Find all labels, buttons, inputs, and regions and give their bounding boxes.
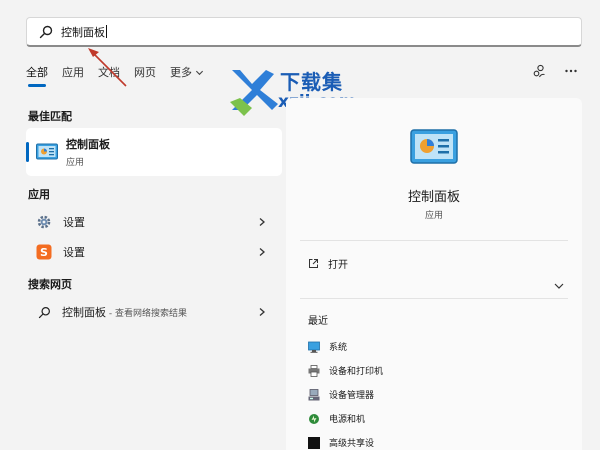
sharing-icon <box>308 436 320 449</box>
search-icon <box>39 25 53 38</box>
divider <box>300 298 568 299</box>
tab-documents[interactable]: 文档 <box>98 64 120 84</box>
printer-icon <box>308 364 320 377</box>
recent-item-label: 高级共享设 <box>329 439 375 449</box>
search-box[interactable]: 控制面板 <box>26 17 582 47</box>
recent-item-power[interactable]: 电源和机 <box>308 412 365 425</box>
divider <box>300 240 568 241</box>
app-result-settings-sogou[interactable]: S 设置 <box>26 240 282 264</box>
recent-item-label: 系统 <box>329 343 348 353</box>
tab-more[interactable]: 更多 <box>170 64 204 84</box>
more-options-icon[interactable] <box>564 64 578 78</box>
sogou-s-icon: S <box>36 244 52 260</box>
top-actions <box>532 64 578 78</box>
control-panel-icon <box>36 143 58 160</box>
search-icon <box>38 306 50 318</box>
chevron-down-icon <box>195 70 204 75</box>
recent-item-system[interactable]: 系统 <box>308 340 347 353</box>
selection-indicator <box>26 142 29 162</box>
text-cursor <box>106 25 107 38</box>
app-result-label: 设置 <box>63 246 85 259</box>
recent-item-label: 设备和打印机 <box>329 367 384 377</box>
open-action[interactable]: 打开 <box>308 256 348 271</box>
chevron-right-icon <box>259 248 265 256</box>
web-search-result[interactable]: 控制面板 - 查看网络搜索结果 <box>26 300 282 324</box>
gear-icon <box>37 215 51 229</box>
open-external-icon <box>309 259 318 268</box>
preview-app-name: 控制面板 <box>407 190 460 205</box>
watermark-logo-icon <box>230 70 278 116</box>
tab-web[interactable]: 网页 <box>134 64 156 84</box>
recent-item-label: 设备管理器 <box>329 391 375 401</box>
app-result-settings[interactable]: 设置 <box>26 210 282 234</box>
open-label: 打开 <box>328 260 348 271</box>
best-match-heading: 最佳匹配 <box>28 110 72 123</box>
power-icon <box>309 413 319 424</box>
app-result-label: 设置 <box>63 216 85 229</box>
apps-heading: 应用 <box>28 188 50 201</box>
recent-item-label: 电源和机 <box>329 415 366 425</box>
web-search-heading: 搜索网页 <box>28 278 72 291</box>
preview-pane: 控制面板 应用 打开 最近 系统 设备和打印机 设备管理器 电源和机 高级共享设 <box>286 98 582 450</box>
tab-more-label: 更多 <box>170 66 192 79</box>
preview-app-type: 应用 <box>424 211 443 221</box>
best-match-type: 应用 <box>66 158 85 168</box>
device-manager-icon <box>308 388 320 400</box>
filter-tabs: 全部 应用 文档 网页 更多 <box>26 62 218 87</box>
control-panel-icon <box>410 129 458 164</box>
best-match-name: 控制面板 <box>66 138 110 151</box>
switch-account-icon[interactable] <box>532 64 546 78</box>
recent-item-sharing[interactable]: 高级共享设 <box>308 436 374 449</box>
tab-all[interactable]: 全部 <box>26 64 48 87</box>
chevron-right-icon <box>259 308 265 316</box>
svg-text:S: S <box>40 246 48 259</box>
recent-item-device-manager[interactable]: 设备管理器 <box>308 388 374 401</box>
system-icon <box>308 341 320 353</box>
chevron-right-icon <box>259 218 265 226</box>
recent-item-printers[interactable]: 设备和打印机 <box>308 364 383 377</box>
best-match-result[interactable]: 控制面板 应用 <box>26 128 282 176</box>
recent-heading: 最近 <box>308 316 328 327</box>
search-input[interactable]: 控制面板 <box>61 24 105 40</box>
tab-apps[interactable]: 应用 <box>62 64 84 84</box>
web-search-suffix: - 查看网络搜索结果 <box>106 309 187 319</box>
web-search-query: 控制面板 <box>62 306 106 319</box>
watermark-title: 下载集 <box>280 70 343 94</box>
chevron-down-icon[interactable] <box>554 282 564 290</box>
